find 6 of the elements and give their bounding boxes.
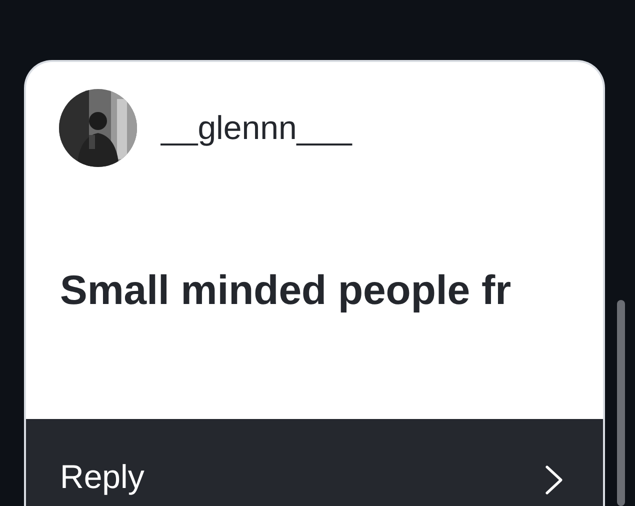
chevron-right-icon [545,465,563,495]
username[interactable]: __glennn___ [161,103,352,153]
comment-text: Small minded people fr [60,266,512,315]
reply-bar[interactable]: Reply [26,419,603,506]
reply-label: Reply [60,457,144,497]
scrollbar[interactable] [617,300,625,506]
